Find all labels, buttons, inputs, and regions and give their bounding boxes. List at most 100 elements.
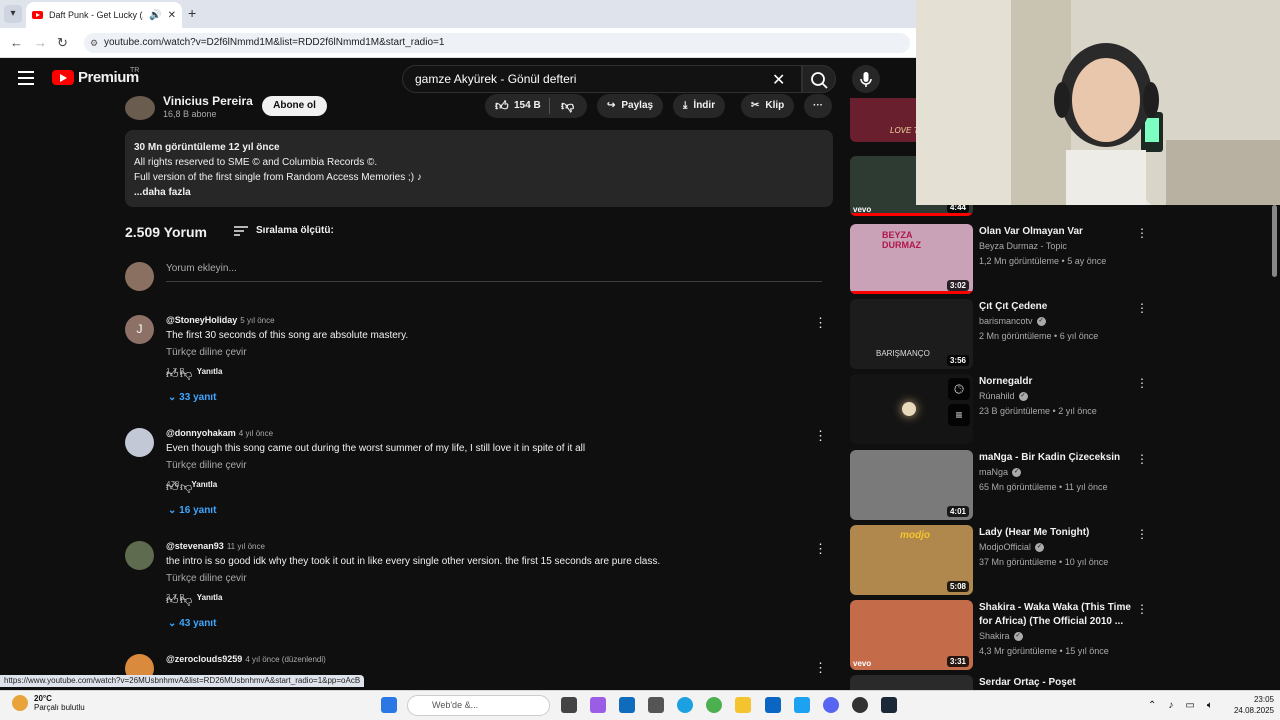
linkedin-icon[interactable]	[765, 697, 781, 713]
video-thumbnail[interactable]: 4:01	[850, 450, 973, 520]
comment-time[interactable]: 5 yıl önce	[240, 316, 274, 325]
video-channel[interactable]: Rúnahild ✓	[979, 391, 1028, 402]
browser-tab[interactable]: Daft Punk - Get Lucky (Alb... 🔊 ✕	[26, 2, 182, 28]
video-title[interactable]: Shakira - Waka Waka (This Time for Afric…	[979, 601, 1139, 629]
related-video-item[interactable]: 🕒︎ ≡ Nornegaldr Rúnahild ✓ 23 B görüntüle…	[850, 374, 1148, 444]
add-to-queue-icon[interactable]: ≡	[948, 404, 970, 426]
video-channel[interactable]: maNga ✓	[979, 467, 1022, 478]
forward-icon[interactable]: →	[34, 35, 47, 50]
edge-icon[interactable]	[677, 697, 693, 713]
reload-icon[interactable]: ↻	[57, 35, 68, 51]
search-input[interactable]: gamze Akyürek - Gönül defteri	[402, 65, 802, 93]
commenter-avatar[interactable]: J	[125, 315, 154, 344]
taskbar-search[interactable]: Web'de &...	[407, 695, 550, 716]
video-menu-icon[interactable]: ⋮	[1136, 301, 1148, 315]
view-replies-button[interactable]: ⌄ 33 yanıt	[168, 392, 216, 403]
subscribe-button[interactable]: Abone ol	[262, 96, 327, 116]
view-replies-button[interactable]: ⌄ 43 yanıt	[168, 618, 216, 629]
add-comment-input[interactable]: Yorum ekleyin...	[166, 263, 822, 282]
related-video-item[interactable]: modjo 5:08 Lady (Hear Me Tonight) ModjoO…	[850, 525, 1148, 595]
task-view-icon[interactable]	[561, 697, 577, 713]
copilot-icon[interactable]	[590, 697, 606, 713]
channel-label[interactable]: Rúnahild	[979, 391, 1015, 401]
video-title[interactable]: Çıt Çıt Çedene	[979, 300, 1134, 314]
video-thumbnail[interactable]	[850, 675, 973, 690]
channel-label[interactable]: maNga	[979, 467, 1008, 477]
video-menu-icon[interactable]: ⋮	[1136, 452, 1148, 466]
comment-author[interactable]: @zeroclouds9259 4 yıl önce (düzenlendi)	[166, 654, 326, 664]
comment-menu-icon[interactable]: ⋮	[814, 315, 827, 331]
outlook-icon[interactable]	[619, 697, 635, 713]
share-button[interactable]: ↪ Paylaş	[597, 94, 664, 118]
store-icon[interactable]	[648, 697, 664, 713]
video-channel[interactable]: Shakira ✓	[979, 631, 1023, 642]
like-icon[interactable]: 👍︎	[495, 94, 509, 118]
like-count[interactable]: 154 B	[514, 94, 541, 118]
commenter-avatar[interactable]	[125, 654, 154, 676]
obs-icon[interactable]	[852, 697, 868, 713]
tab-search-icon[interactable]: ▾	[4, 5, 22, 23]
menu-icon[interactable]	[18, 71, 34, 89]
comment-menu-icon[interactable]: ⋮	[814, 428, 827, 444]
sort-button[interactable]: Sıralama ölçütü:	[234, 225, 334, 236]
steam-icon[interactable]	[881, 697, 897, 713]
video-channel[interactable]: barismancotv ✓	[979, 316, 1046, 327]
discord-icon[interactable]	[823, 697, 839, 713]
clock[interactable]: 23:05 24.08.2025	[1224, 694, 1274, 716]
search-button[interactable]	[802, 65, 836, 93]
video-channel[interactable]: Beyza Durmaz - Topic	[979, 241, 1067, 251]
comment-time[interactable]: 4 yıl önce	[239, 429, 273, 438]
related-video-item[interactable]: Serdar Ortaç - Poşet ⋮	[850, 675, 1140, 690]
video-title[interactable]: Nornegaldr	[979, 375, 1134, 389]
url-field[interactable]: ⚙ youtube.com/watch?v=D2f6lNmmd1M&list=R…	[84, 33, 910, 53]
chrome-icon[interactable]	[706, 697, 722, 713]
show-more-link[interactable]: ...daha fazla	[134, 185, 824, 200]
view-replies-button[interactable]: ⌄ 16 yanıt	[168, 505, 216, 516]
weather-widget[interactable]: 20°C Parçalı bulutlu	[12, 694, 85, 712]
video-menu-icon[interactable]: ⋮	[1136, 226, 1148, 240]
dislike-icon[interactable]: 👎︎	[561, 94, 574, 118]
author-handle[interactable]: @stevenan93	[166, 541, 224, 551]
video-title[interactable]: maNga - Bir Kadin Çizeceksin	[979, 451, 1134, 465]
translate-link[interactable]: Türkçe diline çevir	[166, 460, 247, 471]
video-thumbnail[interactable]: BARIŞMANÇO 3:56	[850, 299, 973, 369]
youtube-premium-logo[interactable]: Premium	[52, 69, 139, 86]
author-handle[interactable]: @zeroclouds9259	[166, 654, 242, 664]
video-title[interactable]: Serdar Ortaç - Poşet	[979, 676, 1134, 690]
file-explorer-icon[interactable]	[735, 697, 751, 713]
author-handle[interactable]: @donnyohakam	[166, 428, 236, 438]
related-video-item[interactable]: BEYZA DURMAZ 3:02 Olan Var Olmayan Var B…	[850, 224, 1148, 294]
more-actions-button[interactable]: ···	[804, 94, 832, 118]
microphone-tray-icon[interactable]: ♪	[1168, 700, 1173, 711]
comment-author[interactable]: @donnyohakam 4 yıl önce	[166, 428, 273, 438]
comment-author[interactable]: @StoneyHoliday 5 yıl önce	[166, 315, 275, 325]
related-video-item[interactable]: 4:01 maNga - Bir Kadin Çizeceksin maNga ✓…	[850, 450, 1148, 520]
new-tab-icon[interactable]: +	[188, 5, 196, 21]
chevron-up-icon[interactable]: ⌃	[1148, 700, 1156, 711]
channel-label[interactable]: Shakira	[979, 631, 1010, 641]
channel-label[interactable]: barismancotv	[979, 316, 1033, 326]
audio-playing-icon[interactable]: 🔊	[149, 10, 161, 21]
commenter-avatar[interactable]	[125, 541, 154, 570]
sidebar-scrollbar[interactable]	[1270, 205, 1280, 690]
download-button[interactable]: ⤓ İndir	[673, 94, 726, 118]
video-thumbnail[interactable]: modjo 5:08	[850, 525, 973, 595]
channel-label[interactable]: ModjoOfficial	[979, 542, 1031, 552]
video-title[interactable]: Lady (Hear Me Tonight)	[979, 526, 1134, 540]
watch-later-icon[interactable]: 🕒︎	[948, 378, 970, 400]
site-info-icon[interactable]: ⚙	[90, 33, 98, 53]
comment-menu-icon[interactable]: ⋮	[814, 660, 827, 676]
channel-avatar[interactable]	[125, 96, 155, 120]
translate-link[interactable]: Türkçe diline çevir	[166, 347, 247, 358]
voice-search-button[interactable]	[852, 65, 880, 93]
twitter-icon[interactable]	[794, 697, 810, 713]
video-thumbnail[interactable]: vevo 3:31	[850, 600, 973, 670]
clear-search-icon[interactable]: ✕	[772, 70, 785, 90]
translate-link[interactable]: Türkçe diline çevir	[166, 573, 247, 584]
scrollbar-thumb[interactable]	[1272, 205, 1277, 277]
video-menu-icon[interactable]: ⋮	[1136, 602, 1148, 616]
commenter-avatar[interactable]	[125, 428, 154, 457]
start-icon[interactable]	[381, 697, 397, 713]
comment-time[interactable]: 4 yıl önce (düzenlendi)	[245, 655, 326, 664]
video-thumbnail[interactable]: BEYZA DURMAZ 3:02	[850, 224, 973, 294]
